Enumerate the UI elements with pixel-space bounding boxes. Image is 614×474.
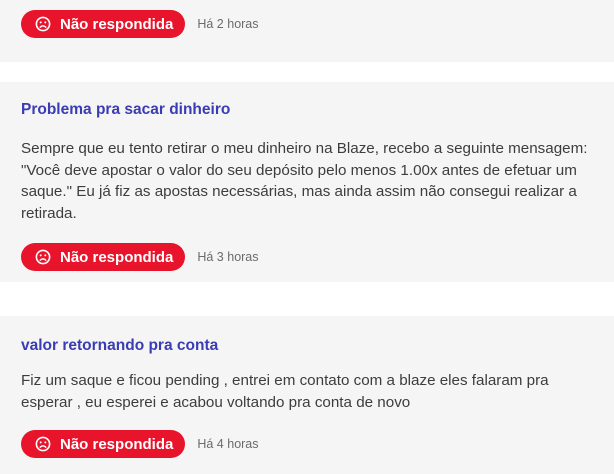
time-ago: Há 3 horas [197, 250, 259, 264]
sad-face-icon [35, 249, 51, 265]
complaint-title[interactable]: Problema pra sacar dinheiro [21, 101, 230, 119]
status-badge: Não respondida [21, 430, 186, 458]
status-label: Não respondida [60, 435, 174, 453]
sad-face-icon [35, 436, 51, 452]
status-label: Não respondida [60, 248, 174, 266]
time-ago: Há 4 horas [197, 437, 259, 451]
complaint-body: Sempre que eu tento retirar o meu dinhei… [21, 140, 588, 222]
time-ago: Há 2 horas [197, 17, 259, 31]
complaint-card[interactable]: Problema pra sacar dinheiro Sempre que e… [0, 82, 614, 282]
complaint-title[interactable]: valor retornando pra conta [21, 337, 218, 355]
sad-face-icon [35, 16, 51, 32]
complaint-body: Fiz um saque e ficou pending , entrei em… [21, 372, 549, 411]
status-badge: Não respondida [21, 243, 186, 271]
status-row: Não respondida Há 3 horas [21, 243, 259, 271]
complaint-card[interactable]: Não respondida Há 2 horas [0, 0, 614, 62]
status-row: Não respondida Há 4 horas [21, 430, 259, 458]
status-row: Não respondida Há 2 horas [21, 10, 259, 38]
status-label: Não respondida [60, 15, 174, 33]
status-badge: Não respondida [21, 10, 186, 38]
complaint-card[interactable]: valor retornando pra conta Fiz um saque … [0, 316, 614, 474]
